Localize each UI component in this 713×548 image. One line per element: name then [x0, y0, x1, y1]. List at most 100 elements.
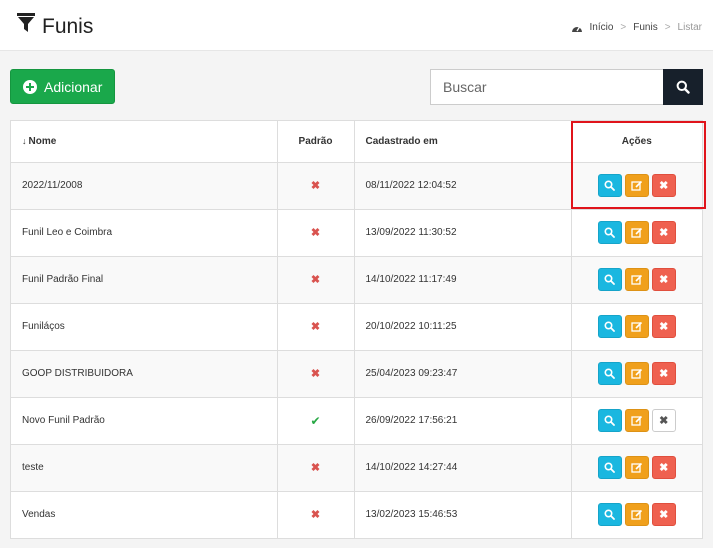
column-header-padrao[interactable]: Padrão	[277, 121, 355, 163]
delete-icon: ✖	[659, 368, 669, 380]
edit-icon	[631, 274, 642, 285]
table-row: Novo Funil Padrão ✔ 26/09/2022 17:56:21 ✖	[11, 397, 702, 445]
row-actions: ✖	[572, 174, 703, 197]
view-icon	[604, 274, 616, 285]
search-icon	[676, 80, 690, 94]
table-header-row: ↓ Nome Padrão Cadastrado em Ações	[11, 121, 702, 163]
view-icon	[604, 509, 616, 521]
edit-button[interactable]	[624, 503, 649, 527]
cell-padrao: ✖	[277, 491, 355, 538]
cell-acoes: ✖	[571, 491, 702, 538]
delete-icon: ✖	[659, 321, 669, 333]
table-row: GOOP DISTRIBUIDORA ✖ 25/04/2023 09:23:47 ✖	[11, 350, 703, 398]
row-actions: ✖	[572, 268, 703, 291]
plus-circle-icon	[23, 79, 37, 94]
edit-button[interactable]	[624, 315, 649, 338]
edit-icon	[631, 321, 642, 332]
x-icon: ✖	[310, 509, 321, 522]
edit-button[interactable]	[624, 268, 649, 291]
add-button[interactable]: Adicionar	[10, 69, 115, 104]
x-icon: ✖	[310, 462, 321, 474]
edit-icon	[631, 368, 642, 379]
delete-icon: ✖	[659, 274, 669, 286]
top-bar: Funis Início > Funis > Listar	[0, 0, 713, 51]
cell-cadastrado-em: 26/09/2022 17:56:21	[354, 397, 572, 445]
breadcrumb-separator: >	[620, 22, 627, 33]
delete-button[interactable]: ✖	[651, 456, 676, 479]
breadcrumb: Início > Funis > Listar	[571, 22, 702, 33]
cell-cadastrado-em: 13/02/2023 15:46:53	[354, 491, 572, 538]
delete-button[interactable]: ✖	[651, 268, 676, 291]
delete-button[interactable]: ✖	[651, 174, 676, 197]
table-row: Funil Padrão Final ✖ 14/10/2022 11:17:49 ✖	[11, 256, 703, 304]
row-actions: ✖	[572, 362, 703, 385]
view-button[interactable]	[597, 268, 622, 291]
x-icon: ✖	[310, 227, 321, 239]
view-button[interactable]	[597, 221, 622, 244]
edit-icon	[631, 462, 642, 473]
delete-button[interactable]: ✖	[651, 362, 676, 385]
delete-icon: ✖	[659, 509, 669, 522]
search-input[interactable]	[430, 69, 664, 105]
row-actions: ✖	[572, 456, 703, 479]
edit-button[interactable]	[624, 174, 649, 197]
column-header-cadastrado-em[interactable]: Cadastrado em	[354, 121, 572, 163]
sort-down-icon: ↓	[22, 135, 27, 146]
edit-button[interactable]	[624, 221, 649, 244]
delete-button[interactable]: ✖	[651, 503, 676, 527]
breadcrumb-item-inicio[interactable]: Início	[590, 22, 614, 33]
view-button[interactable]	[597, 456, 622, 479]
cell-cadastrado-em: 13/09/2022 11:30:52	[354, 209, 572, 257]
cell-acoes: ✖	[571, 162, 703, 210]
cell-padrao: ✖	[277, 162, 355, 210]
funnels-table: ↓ Nome Padrão Cadastrado em Ações 2022/11…	[10, 120, 703, 539]
view-button[interactable]	[597, 315, 622, 338]
table-row: Funil Leo e Coimbra ✖ 13/09/2022 11:30:52 ✖	[11, 209, 703, 257]
edit-icon	[631, 509, 642, 520]
cell-padrao: ✖	[277, 444, 355, 492]
x-icon: ✖	[310, 180, 321, 192]
cell-acoes: ✖	[571, 444, 703, 492]
cell-cadastrado-em: 08/11/2022 12:04:52	[354, 162, 572, 210]
add-button-label: Adicionar	[44, 78, 103, 95]
row-actions: ✖	[572, 221, 703, 244]
view-icon	[604, 227, 616, 238]
search-button[interactable]	[663, 69, 703, 105]
cell-nome: Novo Funil Padrão	[11, 397, 278, 445]
cell-acoes: ✖	[571, 350, 703, 398]
cell-acoes: ✖	[571, 397, 702, 445]
row-actions: ✖	[572, 503, 703, 527]
cell-nome: Funil Leo e Coimbra	[11, 209, 278, 257]
view-icon	[604, 462, 616, 473]
view-icon	[604, 415, 616, 426]
breadcrumb-separator: >	[664, 22, 671, 33]
breadcrumb-item-funis[interactable]: Funis	[633, 22, 657, 33]
view-button[interactable]	[597, 503, 622, 527]
view-button[interactable]	[597, 409, 622, 432]
row-actions: ✖	[572, 315, 703, 338]
cell-cadastrado-em: 14/10/2022 11:17:49	[354, 256, 572, 304]
cell-acoes: ✖	[571, 256, 703, 304]
dashboard-icon	[571, 26, 582, 32]
cell-nome: Funiláços	[11, 303, 278, 351]
cell-nome: Funil Padrão Final	[11, 256, 278, 304]
view-button[interactable]	[597, 362, 622, 385]
delete-button[interactable]: ✖	[651, 315, 676, 338]
cell-padrao: ✖	[277, 303, 355, 351]
table-row: 2022/11/2008 ✖ 08/11/2022 12:04:52 ✖	[11, 162, 703, 210]
delete-button[interactable]: ✖	[651, 221, 676, 244]
edit-button[interactable]	[624, 456, 649, 479]
column-header-nome[interactable]: ↓ Nome	[11, 121, 278, 163]
view-icon	[604, 368, 616, 379]
cell-nome: Vendas	[11, 491, 278, 538]
table-row: teste ✖ 14/10/2022 14:27:44 ✖	[11, 444, 703, 492]
edit-button[interactable]	[624, 362, 649, 385]
edit-button[interactable]	[624, 409, 649, 432]
view-button[interactable]	[597, 174, 622, 197]
edit-icon	[631, 227, 642, 238]
breadcrumb-item-listar: Listar	[677, 22, 702, 33]
x-icon: ✖	[310, 368, 321, 380]
check-icon: ✔	[310, 413, 321, 428]
view-icon	[604, 180, 616, 191]
column-header-acoes: Ações	[571, 121, 702, 163]
